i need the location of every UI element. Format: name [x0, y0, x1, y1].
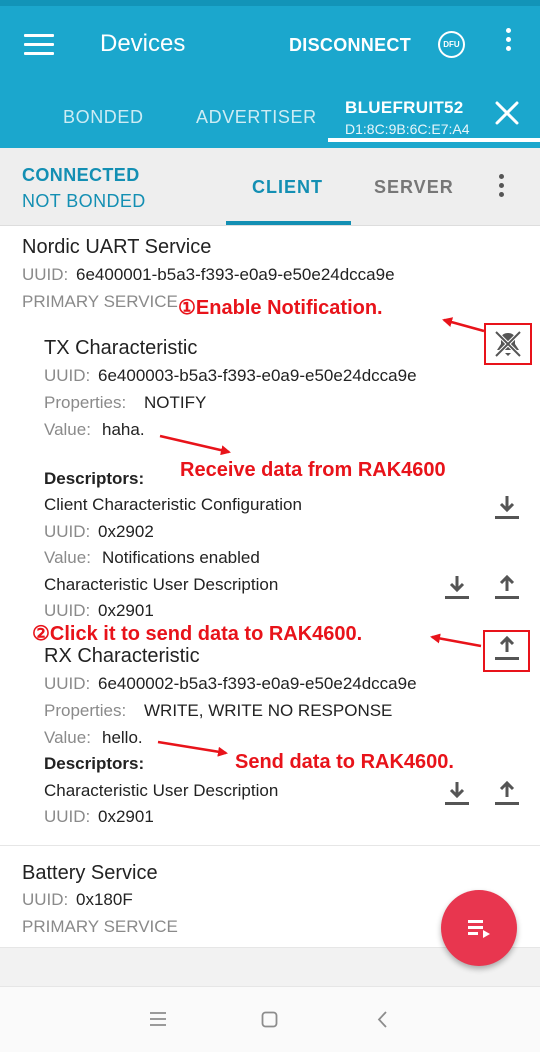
- arrow-click-send: [430, 633, 482, 648]
- log-fab-button[interactable]: [441, 890, 517, 966]
- log-list-icon: [468, 920, 490, 938]
- arrow-enable-notification: [442, 317, 485, 333]
- home-icon[interactable]: [261, 1011, 278, 1028]
- arrow-receive: [159, 434, 231, 456]
- system-nav-bar: [0, 986, 540, 1052]
- recents-icon[interactable]: [149, 1011, 167, 1027]
- arrow-send: [157, 740, 228, 757]
- back-icon[interactable]: [376, 1010, 388, 1029]
